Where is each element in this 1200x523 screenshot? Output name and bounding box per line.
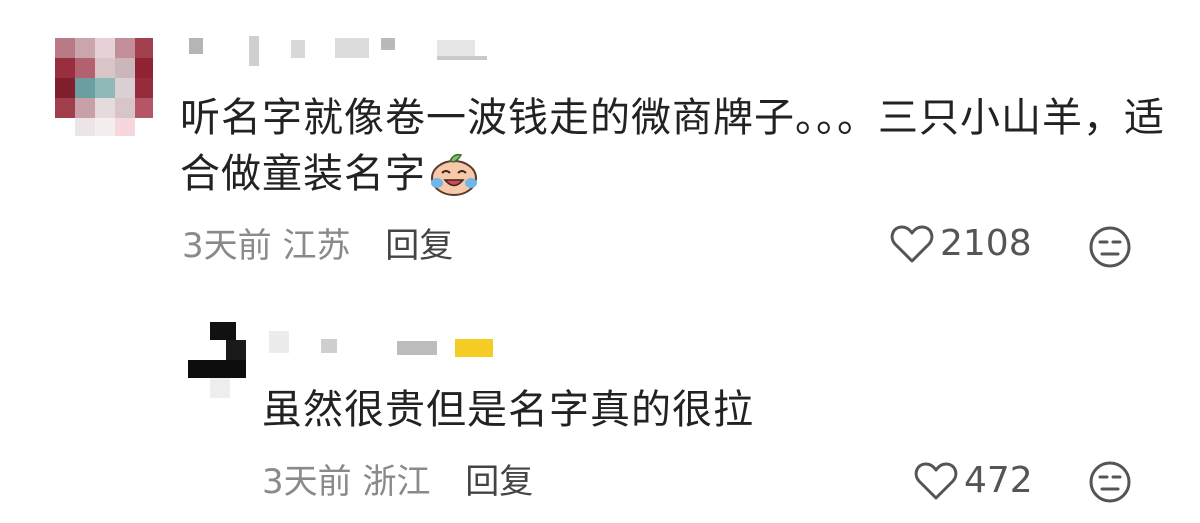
avatar[interactable] (55, 38, 153, 136)
heart-outline-icon (914, 462, 958, 499)
timestamp: 3天前 (262, 462, 352, 502)
dislike-button[interactable] (1088, 225, 1132, 273)
crying-laughing-emoji-icon (428, 151, 480, 212)
expressionless-face-icon (1089, 461, 1131, 503)
heart-outline-icon (890, 225, 934, 262)
username[interactable] (185, 36, 505, 70)
like-button[interactable]: 472 (914, 460, 1033, 501)
reply-button[interactable]: 回复 (385, 226, 453, 266)
comment-text-content: 听名字就像卷一波钱走的微商牌子。。。三只小山羊，适合做童装名字 (180, 95, 1165, 197)
comment-meta: 3天前 江苏 回复 (182, 226, 453, 266)
comment-text-content: 虽然很贵但是名字真的很拉 (262, 387, 754, 433)
reply-button[interactable]: 回复 (465, 462, 533, 502)
dislike-button[interactable] (1088, 460, 1132, 508)
location: 江苏 (282, 226, 351, 266)
like-button[interactable]: 2108 (890, 223, 1032, 264)
timestamp: 3天前 (182, 226, 272, 266)
like-count: 472 (964, 460, 1033, 501)
expressionless-face-icon (1089, 226, 1131, 268)
comment-meta: 3天前 浙江 回复 (262, 462, 533, 502)
avatar[interactable] (188, 322, 250, 398)
location: 浙江 (362, 462, 431, 502)
comment-text: 虽然很贵但是名字真的很拉 (262, 382, 1162, 438)
like-count: 2108 (940, 223, 1032, 264)
comment-text: 听名字就像卷一波钱走的微商牌子。。。三只小山羊，适合做童装名字 (180, 90, 1170, 212)
username[interactable] (265, 325, 505, 359)
